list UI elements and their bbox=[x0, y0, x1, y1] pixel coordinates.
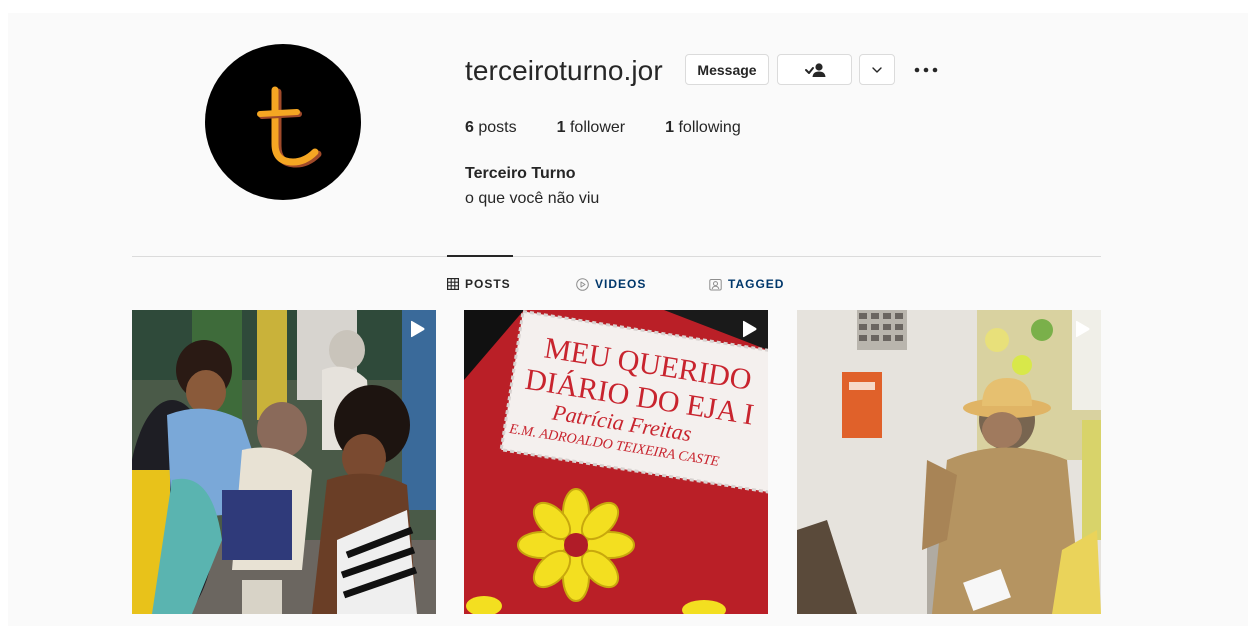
posts-count-label: posts bbox=[478, 119, 517, 136]
profile-username: terceiroturno.jor bbox=[465, 55, 663, 86]
posts-count: 6 posts bbox=[465, 118, 517, 138]
video-play-icon bbox=[1076, 320, 1090, 338]
tag-user-icon bbox=[709, 278, 722, 290]
profile-bio: o que você não viu bbox=[465, 190, 600, 207]
suggested-dropdown-button[interactable] bbox=[859, 54, 895, 85]
tab-tagged-label: TAGGED bbox=[728, 277, 785, 291]
post-1-image bbox=[132, 310, 436, 614]
active-tab-indicator bbox=[447, 255, 513, 257]
video-play-icon bbox=[411, 320, 425, 338]
profile-full-name: Terceiro Turno bbox=[465, 165, 576, 182]
person-check-icon bbox=[804, 62, 825, 77]
profile-stats: 6 posts 1 follower 1 following bbox=[465, 118, 781, 138]
tab-posts[interactable]: POSTS bbox=[447, 277, 511, 291]
profile-avatar[interactable] bbox=[205, 44, 361, 200]
post-thumbnail-3[interactable] bbox=[797, 310, 1101, 614]
followers-count-value: 1 bbox=[556, 119, 566, 136]
letter-t-logo-icon bbox=[257, 86, 322, 168]
tab-tagged[interactable]: TAGGED bbox=[709, 277, 784, 291]
post-thumbnail-2[interactable]: MEU QUERIDO DIÁRIO DO EJA I Patrícia Fre… bbox=[464, 310, 768, 614]
tab-posts-label: POSTS bbox=[465, 277, 511, 291]
post-2-image: MEU QUERIDO DIÁRIO DO EJA I Patrícia Fre… bbox=[464, 310, 768, 614]
message-button[interactable]: Message bbox=[685, 54, 769, 85]
tab-videos[interactable]: VIDEOS bbox=[576, 277, 646, 291]
tabs-divider bbox=[132, 256, 1101, 257]
posts-count-value: 6 bbox=[465, 119, 474, 136]
video-play-icon bbox=[743, 320, 757, 338]
following-status-button[interactable] bbox=[777, 54, 852, 85]
post-thumbnail-1[interactable] bbox=[132, 310, 436, 614]
tab-videos-label: VIDEOS bbox=[595, 277, 647, 291]
following-count-label: following bbox=[678, 119, 741, 136]
followers-count[interactable]: 1 follower bbox=[557, 118, 626, 138]
following-count[interactable]: 1 following bbox=[665, 118, 741, 138]
more-options-button[interactable] bbox=[910, 56, 942, 84]
play-circle-icon bbox=[576, 277, 589, 291]
followers-count-label: follower bbox=[569, 119, 626, 136]
following-count-value: 1 bbox=[665, 119, 675, 136]
more-horizontal-icon bbox=[914, 67, 938, 73]
grid-icon bbox=[447, 278, 459, 290]
chevron-down-icon bbox=[872, 66, 882, 73]
post-3-image bbox=[797, 310, 1101, 614]
